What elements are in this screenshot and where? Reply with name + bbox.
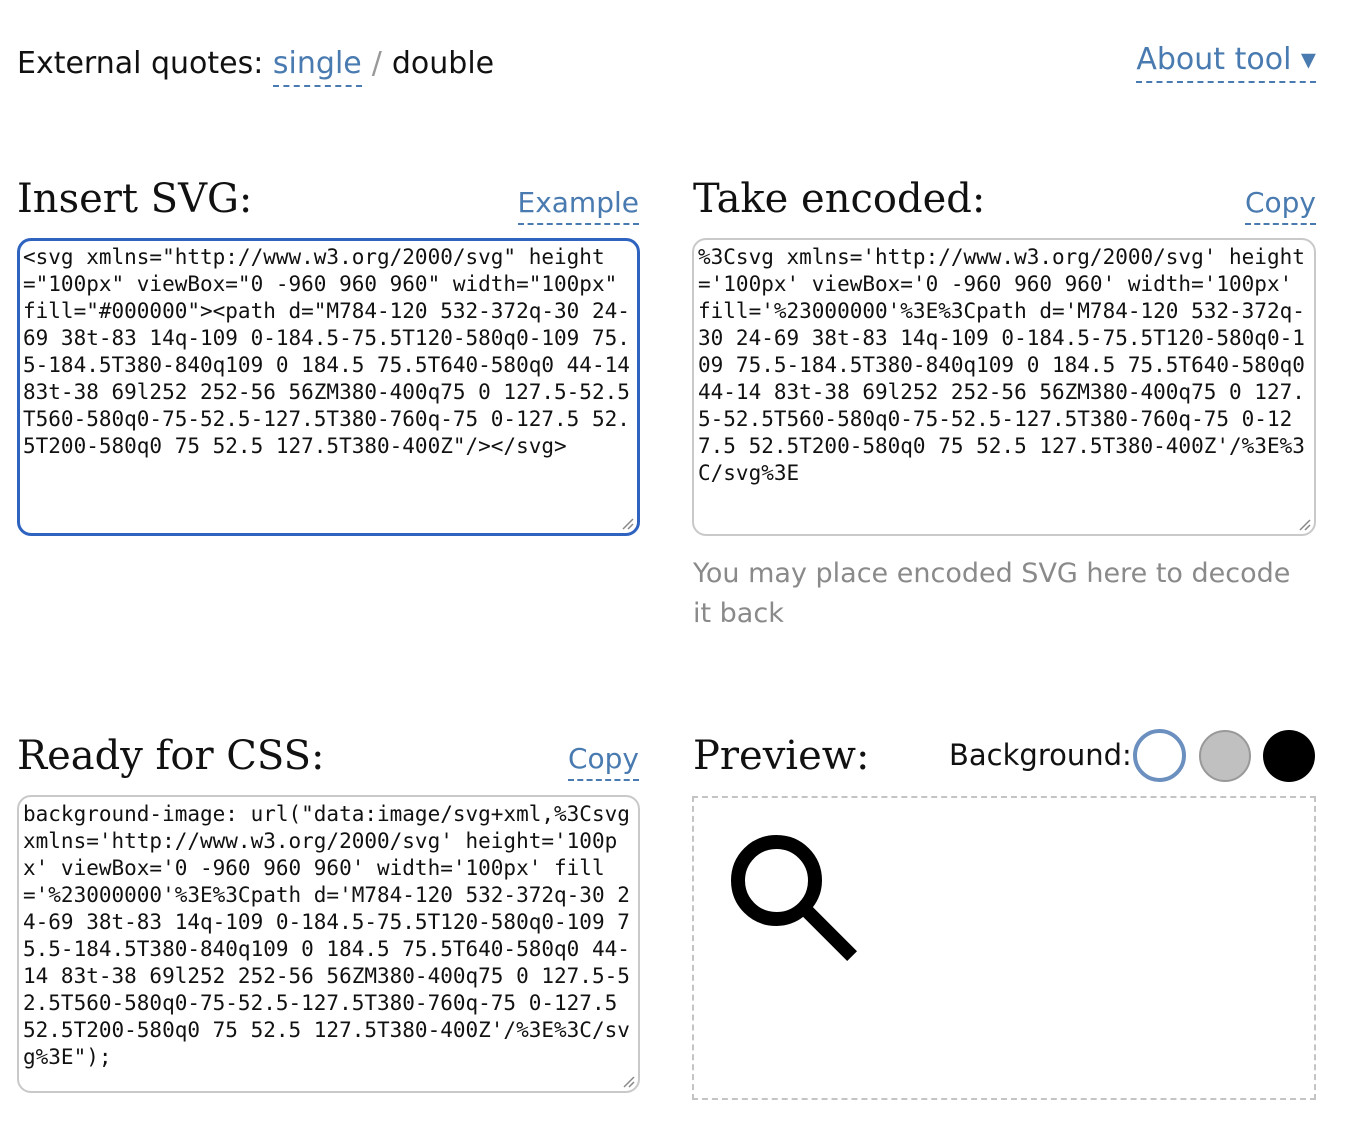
decode-hint: You may place encoded SVG here to decode… xyxy=(693,558,1291,629)
insert-svg-textarea[interactable]: <svg xmlns="http://www.w3.org/2000/svg" … xyxy=(17,238,640,536)
resize-grip-icon[interactable] xyxy=(621,1074,635,1088)
background-silver-swatch[interactable] xyxy=(1199,730,1251,782)
resize-grip-icon[interactable] xyxy=(620,516,634,530)
example-link-wrap[interactable]: Example xyxy=(517,186,639,225)
quotes-divider: / xyxy=(371,46,382,81)
resize-grip-icon[interactable] xyxy=(1297,517,1311,531)
take-encoded-title: Take encoded: xyxy=(693,176,986,222)
background-black-swatch[interactable] xyxy=(1263,730,1315,782)
example-link[interactable]: Example xyxy=(517,186,639,225)
quotes-double-option[interactable]: double xyxy=(392,46,494,81)
copy-encoded-link[interactable]: Copy xyxy=(1244,186,1316,225)
quotes-single-link[interactable]: single xyxy=(272,46,362,87)
search-icon xyxy=(731,835,857,961)
background-label: Background: xyxy=(949,738,1132,772)
ready-for-css-title: Ready for CSS: xyxy=(17,733,325,779)
copy-css-wrap[interactable]: Copy xyxy=(567,742,639,781)
copy-css-link[interactable]: Copy xyxy=(567,742,639,781)
css-textarea[interactable]: background-image: url("data:image/svg+xm… xyxy=(17,795,640,1093)
preview-title: Preview: xyxy=(693,733,870,779)
external-quotes-label: External quotes: xyxy=(17,46,264,81)
background-white-swatch[interactable] xyxy=(1133,729,1186,782)
preview-area xyxy=(692,796,1316,1100)
about-tool-toggle[interactable]: About tool ▾ xyxy=(1136,42,1316,83)
copy-encoded-wrap[interactable]: Copy xyxy=(1244,186,1316,225)
external-quotes-switcher: External quotes: single / double xyxy=(17,46,494,87)
encoded-textarea[interactable]: %3Csvg xmlns='http://www.w3.org/2000/svg… xyxy=(692,238,1316,536)
about-tool-link[interactable]: About tool ▾ xyxy=(1136,42,1316,83)
insert-svg-title: Insert SVG: xyxy=(17,176,253,222)
